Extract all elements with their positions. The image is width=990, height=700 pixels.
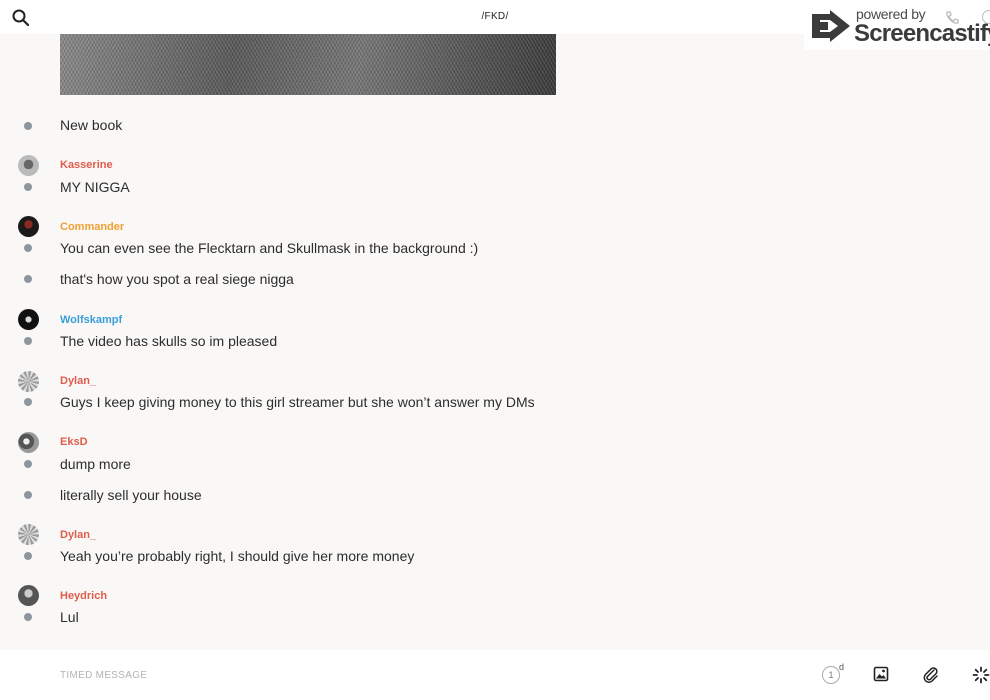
message-bullet bbox=[24, 460, 32, 468]
message-author[interactable]: Dylan_ bbox=[60, 529, 96, 541]
timer-unit: d bbox=[839, 662, 845, 672]
message-text: MY NIGGA bbox=[60, 179, 130, 195]
message-text: Yeah you’re probably right, I should giv… bbox=[60, 548, 415, 564]
avatar[interactable] bbox=[18, 432, 39, 453]
avatar[interactable] bbox=[18, 155, 39, 176]
message-bullet bbox=[24, 183, 32, 191]
phone-icon[interactable] bbox=[944, 10, 960, 31]
message-timer-button[interactable]: 1 d bbox=[822, 662, 844, 688]
image-icon[interactable] bbox=[873, 666, 891, 684]
avatar[interactable] bbox=[18, 585, 39, 606]
avatar[interactable] bbox=[18, 216, 39, 237]
spinner-icon[interactable] bbox=[972, 666, 990, 684]
timer-value: 1 bbox=[822, 666, 840, 684]
message-text: The video has skulls so im pleased bbox=[60, 333, 278, 349]
message-text: Lul bbox=[60, 609, 79, 625]
message-author[interactable]: Heydrich bbox=[60, 590, 107, 602]
message-bullet bbox=[24, 491, 32, 499]
knit-fabric-image[interactable] bbox=[60, 34, 556, 95]
message-text: dump more bbox=[60, 456, 131, 472]
message-text: New book bbox=[60, 117, 123, 133]
message-input[interactable] bbox=[60, 664, 760, 686]
paperclip-icon[interactable] bbox=[922, 666, 940, 684]
message-bullet bbox=[24, 337, 32, 345]
avatar[interactable] bbox=[18, 371, 39, 392]
message-author[interactable]: Commander bbox=[60, 221, 124, 233]
message-bullet bbox=[24, 244, 32, 252]
message-bullet bbox=[24, 275, 32, 283]
message-bullet bbox=[24, 398, 32, 406]
message-feed: New book Kasserine MY NIGGA Commander Yo… bbox=[0, 34, 990, 650]
message-composer: 1 d bbox=[0, 650, 990, 700]
message-text: You can even see the Flecktarn and Skull… bbox=[60, 240, 479, 256]
avatar[interactable] bbox=[18, 524, 39, 545]
avatar[interactable] bbox=[18, 309, 39, 330]
message-author[interactable]: Dylan_ bbox=[60, 375, 96, 387]
message-author[interactable]: Wolfskampf bbox=[60, 314, 122, 326]
info-icon[interactable] bbox=[982, 10, 990, 24]
message-bullet bbox=[24, 122, 32, 130]
message-text: that's how you spot a real siege nigga bbox=[60, 271, 294, 287]
message-author[interactable]: Kasserine bbox=[60, 159, 113, 171]
message-author[interactable]: EksD bbox=[60, 436, 88, 448]
message-text: literally sell your house bbox=[60, 487, 202, 503]
message-text: Guys I keep giving money to this girl st… bbox=[60, 394, 535, 410]
message-bullet bbox=[24, 613, 32, 621]
message-bullet bbox=[24, 552, 32, 560]
